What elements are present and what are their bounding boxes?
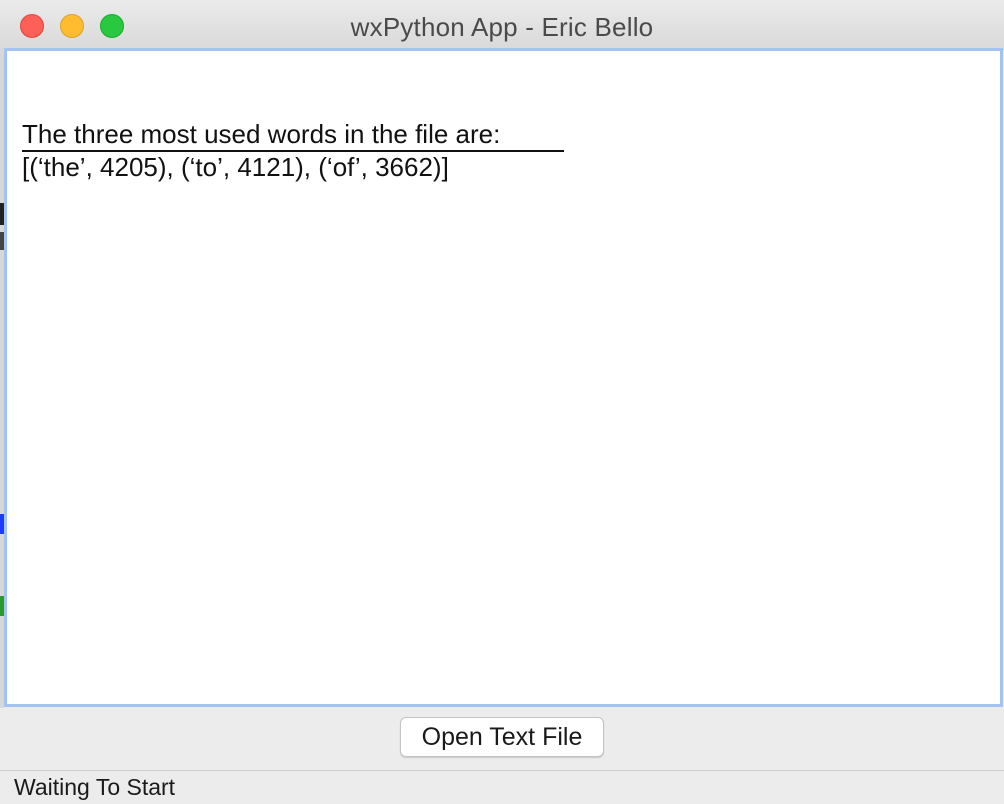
app-window: wxPython App - Eric Bello The three most… xyxy=(0,0,1004,804)
open-text-file-button[interactable]: Open Text File xyxy=(400,717,604,757)
window-title: wxPython App - Eric Bello xyxy=(350,12,654,42)
output-result: [(‘the’, 4205), (‘to’, 4121), (‘of’, 366… xyxy=(22,152,449,182)
title-bar[interactable]: wxPython App - Eric Bello xyxy=(0,0,1004,50)
button-bar: Open Text File xyxy=(0,708,1004,770)
output-heading: The three most used words in the file ar… xyxy=(22,119,501,149)
status-bar: Waiting To Start xyxy=(0,770,1004,804)
status-text: Waiting To Start xyxy=(14,774,176,800)
output-text-area[interactable]: The three most used words in the file ar… xyxy=(4,48,1003,707)
